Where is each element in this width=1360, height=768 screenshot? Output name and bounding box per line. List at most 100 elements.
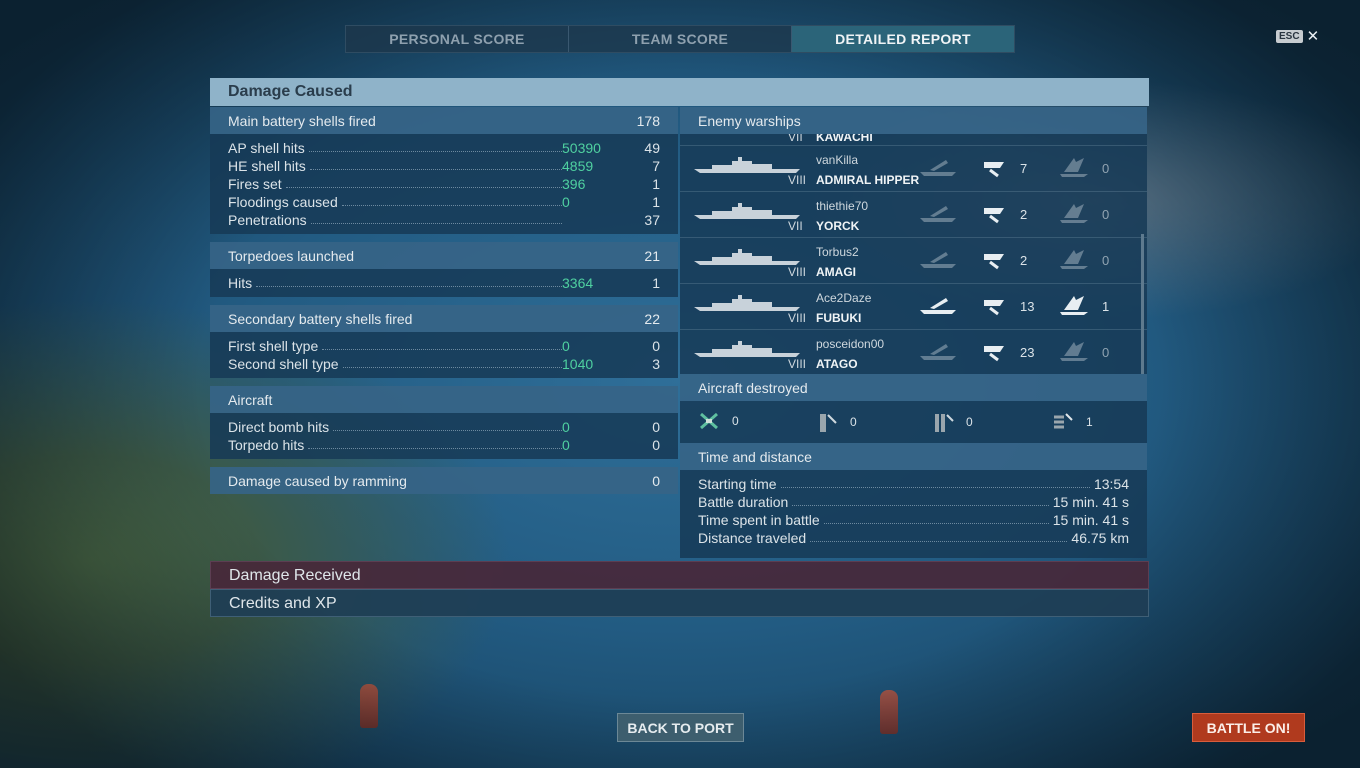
stat-row: Hits 3364 1	[228, 273, 660, 291]
ship-row[interactable]: VIII posceidon00 ATAGO 23 0	[680, 330, 1147, 374]
close-button[interactable]: ESC ✕	[1276, 27, 1320, 45]
kill-count: 0	[1102, 207, 1110, 222]
ship-row-partial: VII KAWACHI	[680, 134, 1147, 146]
shell-hit-icon	[984, 162, 1004, 178]
stat-damage: 0	[562, 437, 570, 453]
section-label: Enemy warships	[698, 112, 801, 129]
ship-tier: VIII	[788, 265, 807, 279]
ship-name: ADMIRAL HIPPER	[816, 173, 920, 187]
hit-count: 7	[1020, 161, 1028, 176]
stat-value: 0	[652, 419, 660, 435]
stat-row: Direct bomb hits 0 0	[228, 417, 660, 435]
kill-count: 0	[1102, 253, 1110, 268]
player-name: posceidon00	[816, 337, 885, 351]
aircraft-count: 0	[966, 415, 973, 429]
stat-row: Torpedo hits 0 0	[228, 435, 660, 453]
buoy	[360, 684, 378, 728]
stat-label: First shell type	[228, 338, 319, 354]
damage-received-tab[interactable]: Damage Received	[210, 561, 1149, 589]
stat-label: Second shell type	[228, 356, 339, 372]
shell-hit-icon	[984, 208, 1004, 224]
aircraft-count: 1	[1086, 415, 1093, 429]
ship-name: FUBUKI	[816, 311, 862, 325]
close-icon: ✕	[1306, 27, 1320, 45]
ship-tier: VII	[788, 134, 803, 144]
section-value: 22	[644, 310, 660, 327]
spotter-plane-icon	[1054, 413, 1073, 429]
section-value: 0	[652, 472, 660, 489]
ship-tier: VIII	[788, 357, 807, 371]
torpedoes-section: Torpedoes launched 21	[210, 242, 678, 269]
kill-count: 1	[1102, 299, 1110, 314]
hit-count: 23	[1020, 345, 1035, 360]
aircraft-destroyed-header: Aircraft destroyed	[680, 374, 1147, 401]
ship-row[interactable]: VIII Ace2Daze FUBUKI 13 1	[680, 284, 1147, 330]
stat-label: Fires set	[228, 176, 282, 192]
enemy-ship-list[interactable]: VII KAWACHI VIII vanKilla ADMIRAL HIPPER 7 0…	[680, 134, 1147, 374]
ship-silhouette-icon	[694, 295, 800, 311]
ship-silhouette-icon	[694, 157, 800, 173]
player-name: Ace2Daze	[816, 291, 872, 305]
stat-row: Penetrations 37	[228, 210, 660, 228]
stat-value: 1	[652, 194, 660, 210]
battle-on-button[interactable]: BATTLE ON!	[1192, 713, 1305, 742]
section-label: Torpedoes launched	[228, 247, 355, 264]
stat-value: 49	[644, 140, 660, 156]
stat-label: Torpedo hits	[228, 437, 305, 453]
stat-value: 0	[652, 338, 660, 354]
ship-tier: VII	[788, 219, 803, 233]
dive-bomber-icon	[935, 414, 954, 432]
time-row: Time spent in battle 15 min. 41 s	[698, 510, 1129, 528]
stat-damage: 0	[562, 338, 570, 354]
credits-xp-tab[interactable]: Credits and XP	[210, 589, 1149, 617]
section-label: Main battery shells fired	[228, 112, 376, 129]
enemy-warships-header: Enemy warships	[680, 107, 1147, 134]
damage-caused-header[interactable]: Damage Caused	[210, 78, 1149, 106]
destroyed-icon	[1060, 296, 1088, 315]
main-battery-section: Main battery shells fired 178	[210, 107, 678, 134]
section-value: 21	[644, 247, 660, 264]
destroyed-icon	[1060, 342, 1088, 361]
dive-bomber-count: 0	[932, 411, 973, 433]
back-to-port-button[interactable]: BACK TO PORT	[617, 713, 744, 742]
stat-row: HE shell hits 4859 7	[228, 156, 660, 174]
time-label: Battle duration	[698, 494, 789, 510]
aircraft-section: Aircraft	[210, 386, 678, 413]
sunk-ship-icon	[920, 206, 956, 222]
stat-damage: 0	[562, 419, 570, 435]
stat-row: Second shell type 1040 3	[228, 354, 660, 372]
scrollbar[interactable]	[1141, 234, 1144, 374]
destroyed-icon	[1060, 204, 1088, 223]
torpedo-bomber-count: 0	[816, 411, 857, 433]
destroyed-icon	[1060, 250, 1088, 269]
sunk-ship-icon	[920, 344, 956, 360]
stat-value: 0	[652, 437, 660, 453]
ship-row[interactable]: VII thiethie70 YORCK 2 0	[680, 192, 1147, 238]
tab-detailed-report[interactable]: DETAILED REPORT	[792, 26, 1014, 52]
hit-count: 2	[1020, 207, 1028, 222]
stat-label: Floodings caused	[228, 194, 338, 210]
spotter-count: 1	[1050, 411, 1093, 433]
time-value: 13:54	[1093, 476, 1129, 492]
stat-label: Direct bomb hits	[228, 419, 330, 435]
tab-personal-score[interactable]: PERSONAL SCORE	[346, 26, 569, 52]
stat-label: Penetrations	[228, 212, 307, 228]
secondary-battery-section: Secondary battery shells fired 22	[210, 305, 678, 332]
time-value: 15 min. 41 s	[1052, 494, 1129, 510]
ship-row[interactable]: VIII Torbus2 AMAGI 2 0	[680, 238, 1147, 284]
stat-damage: 50390	[562, 140, 601, 156]
time-label: Time spent in battle	[698, 512, 820, 528]
aircraft-count: 0	[850, 415, 857, 429]
tab-bar: PERSONAL SCORE TEAM SCORE DETAILED REPOR…	[345, 25, 1015, 53]
player-name: Torbus2	[816, 245, 859, 259]
buoy	[880, 690, 898, 734]
tab-team-score[interactable]: TEAM SCORE	[569, 26, 792, 52]
hit-count: 2	[1020, 253, 1028, 268]
kill-count: 0	[1102, 161, 1110, 176]
ship-row[interactable]: VIII vanKilla ADMIRAL HIPPER 7 0	[680, 146, 1147, 192]
player-name: thiethie70	[816, 199, 869, 213]
stat-value: 1	[652, 176, 660, 192]
ship-name: KAWACHI	[816, 134, 873, 144]
fighter-plane-icon	[700, 412, 718, 430]
stat-value: 7	[652, 158, 660, 174]
